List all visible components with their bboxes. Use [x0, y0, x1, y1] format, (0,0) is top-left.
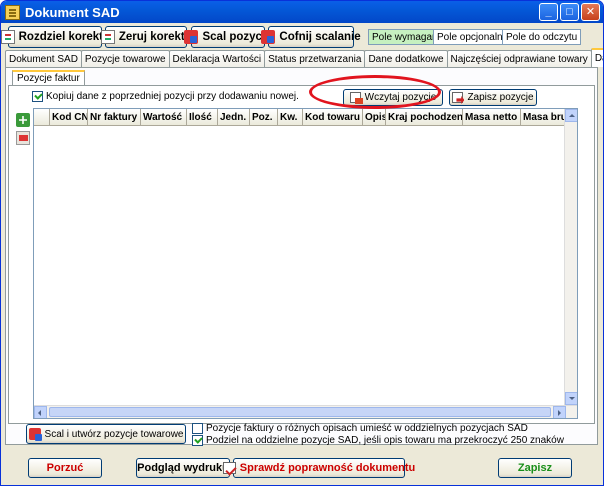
- grid-column-header[interactable]: Ilość: [187, 109, 218, 126]
- split-icon: [1, 30, 15, 44]
- podzial-row[interactable]: Podziel na oddzielne pozycje SAD, jeśli …: [192, 435, 564, 446]
- tab-status-przetwarzania[interactable]: Status przetwarzania: [264, 50, 366, 67]
- tab-pozycje-towarowe[interactable]: Pozycje towarowe: [80, 50, 170, 67]
- close-icon: ✕: [585, 5, 596, 18]
- grid-column-header[interactable]: Kw.: [278, 109, 303, 126]
- merge-icon: [184, 30, 199, 44]
- wczytaj-pozycje-button[interactable]: Wczytaj pozycje: [343, 89, 443, 106]
- tab-dane-dodatkowe[interactable]: Dane dodatkowe: [364, 50, 448, 67]
- legend-readonly: Pole do odczytu: [502, 29, 582, 45]
- tab-dokument-sad[interactable]: Dokument SAD: [5, 50, 82, 67]
- minimize-button[interactable]: _: [539, 3, 558, 21]
- scroll-up-icon[interactable]: [565, 109, 577, 122]
- grid-column-header[interactable]: Kraj pochodzenia: [386, 109, 463, 126]
- grid-column-header[interactable]: Kod CN: [50, 109, 88, 126]
- podglad-wydruku-button[interactable]: Podgląd wydruku: [136, 458, 230, 478]
- grid-column-indicator: [34, 109, 50, 126]
- legend-optional: Pole opcjonalne: [433, 29, 513, 45]
- grid-horizontal-scrollbar[interactable]: [34, 405, 577, 418]
- validate-icon: [222, 462, 236, 474]
- sad-window: Dokument SAD _ □ ✕ Rozdziel korektę Zeru…: [0, 0, 604, 486]
- rozdziel-korekte-button[interactable]: Rozdziel korektę: [1, 26, 109, 48]
- grid-column-header[interactable]: Poz.: [250, 109, 278, 126]
- export-icon: [452, 92, 464, 103]
- zeruj-korekty-button[interactable]: Zeruj korekty: [100, 26, 191, 48]
- subtab-pozycje-faktur[interactable]: Pozycje faktur: [12, 70, 85, 85]
- scroll-down-icon[interactable]: [565, 392, 577, 405]
- grid-column-header[interactable]: Opis: [363, 109, 386, 126]
- grid-column-header[interactable]: Nr faktury: [88, 109, 141, 126]
- zapisz-pozycje-button[interactable]: Zapisz pozycje: [449, 89, 537, 106]
- scroll-thumb[interactable]: [49, 407, 551, 417]
- sprawdz-poprawnosc-button[interactable]: Sprawdź poprawność dokumentu: [222, 458, 415, 478]
- rozne-opisy-checkbox[interactable]: [192, 423, 203, 434]
- pozycje-faktur-panel: Kopiuj dane z poprzedniej pozycji przy d…: [8, 85, 595, 424]
- load-icon: [349, 92, 363, 104]
- document-icon: [5, 4, 20, 20]
- dane-zrodlowe-panel: Pozycje faktur Kopiuj dane z poprzedniej…: [5, 67, 598, 446]
- minimize-icon: _: [545, 5, 552, 18]
- reset-icon: [100, 30, 115, 44]
- rozne-opisy-row[interactable]: Pozycje faktury o różnych opisach umieść…: [192, 423, 528, 434]
- copy-previous-checkbox[interactable]: [32, 91, 43, 102]
- grid-header: Kod CN Nr faktury Wartość Ilość Jedn. Po…: [34, 109, 577, 126]
- title-bar: Dokument SAD _ □ ✕: [1, 1, 603, 23]
- copy-previous-row[interactable]: Kopiuj dane z poprzedniej pozycji przy d…: [32, 91, 299, 102]
- tab-deklaracja-wartosci[interactable]: Deklaracja Wartości: [168, 50, 266, 67]
- maximize-button[interactable]: □: [560, 3, 579, 21]
- unmerge-icon: [261, 30, 276, 44]
- grid-column-header[interactable]: Kod towaru: [303, 109, 363, 126]
- podzial-label: Podziel na oddzielne pozycje SAD, jeśli …: [206, 435, 564, 446]
- scroll-left-icon[interactable]: [34, 406, 47, 418]
- add-row-icon[interactable]: [16, 113, 30, 127]
- scal-pozycje-button[interactable]: Scal pozycje: [184, 26, 272, 48]
- grid-vertical-scrollbar[interactable]: [564, 109, 577, 405]
- tab-najczesciej-odprawiane[interactable]: Najczęściej odprawiane towary: [446, 50, 592, 67]
- copy-previous-label: Kopiuj dane z poprzedniej pozycji przy d…: [46, 91, 299, 102]
- scroll-right-icon[interactable]: [553, 406, 566, 418]
- window-title: Dokument SAD: [25, 4, 120, 20]
- podzial-checkbox[interactable]: [192, 435, 203, 446]
- maximize-icon: □: [566, 5, 573, 18]
- delete-row-icon[interactable]: [16, 131, 30, 145]
- porzuc-button[interactable]: Porzuć: [28, 458, 102, 478]
- merge-create-icon: [28, 428, 42, 441]
- close-button[interactable]: ✕: [581, 3, 600, 21]
- grid-column-header[interactable]: Jedn.: [218, 109, 250, 126]
- zapisz-button[interactable]: Zapisz: [498, 458, 572, 478]
- grid-column-header[interactable]: Wartość: [141, 109, 187, 126]
- pozycje-faktur-grid[interactable]: Kod CN Nr faktury Wartość Ilość Jedn. Po…: [33, 108, 578, 419]
- cofnij-scalanie-button[interactable]: Cofnij scalanie: [261, 26, 361, 48]
- main-tabs: Dokument SAD Pozycje towarowe Deklaracja…: [5, 48, 603, 67]
- window-controls: _ □ ✕: [539, 3, 600, 21]
- scal-utworz-button[interactable]: Scal i utwórz pozycje towarowe: [26, 424, 186, 444]
- tab-dane-zrodlowe[interactable]: Dane źródłowe: [590, 48, 603, 67]
- rozne-opisy-label: Pozycje faktury o różnych opisach umieść…: [206, 423, 528, 434]
- grid-column-header[interactable]: Masa netto: [463, 109, 521, 126]
